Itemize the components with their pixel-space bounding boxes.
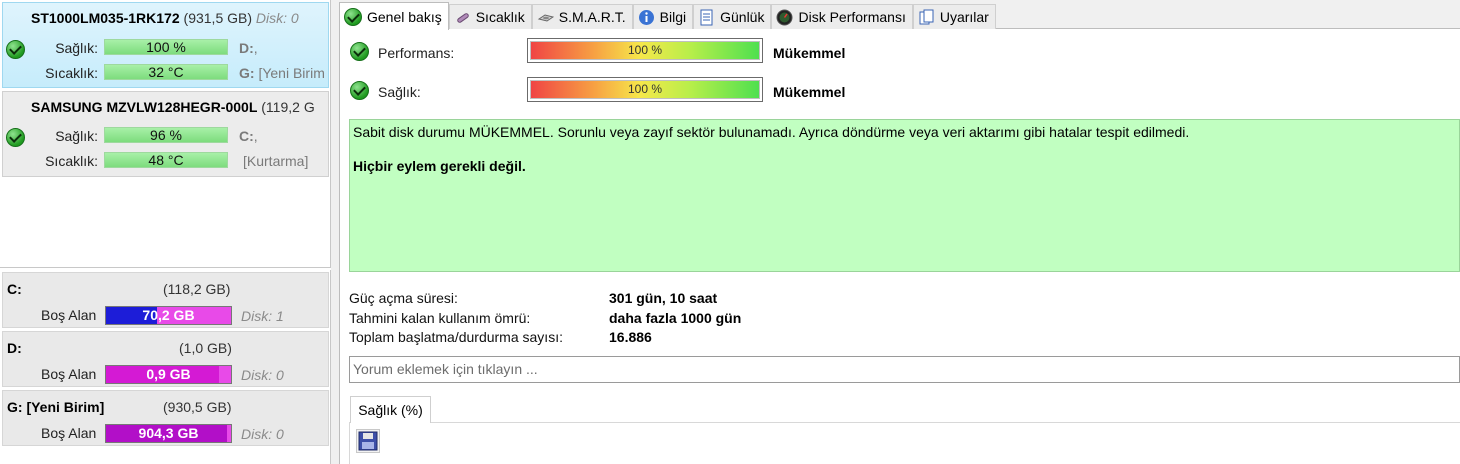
volume-size: (930,5 GB) xyxy=(163,399,232,415)
health-status: Mükemmel xyxy=(773,84,846,100)
log-icon xyxy=(700,9,713,25)
disk-label: Disk: 0 xyxy=(255,10,299,26)
volume-ref-c[interactable]: C:, xyxy=(239,128,258,144)
tab-overview[interactable]: Genel bakış xyxy=(339,2,449,30)
temperature-label: Sıcaklık: xyxy=(45,65,98,81)
disk-list: ST1000LM035-1RK172 (931,5 GB) Disk: 0 Sa… xyxy=(0,0,331,268)
free-space-bar: 70,2 GB xyxy=(105,306,232,325)
performance-bar-value: 100 % xyxy=(530,41,760,60)
disk-title: SAMSUNG MZVLW128HEGR-000L (119,2 G xyxy=(31,99,315,115)
health-label: Sağlık: xyxy=(55,128,98,144)
disk-card-0[interactable]: ST1000LM035-1RK172 (931,5 GB) Disk: 0 Sa… xyxy=(2,2,329,88)
lifetime-value: daha fazla 1000 gün xyxy=(609,310,742,326)
temperature-bar: 48 °C xyxy=(104,152,228,168)
thermometer-icon xyxy=(456,12,469,23)
info-icon xyxy=(638,9,654,25)
health-bar-value: 100 % xyxy=(530,80,760,99)
save-button[interactable] xyxy=(356,429,380,453)
disk-model: SAMSUNG MZVLW128HEGR-000L xyxy=(31,99,258,115)
tab-label: S.M.A.R.T. xyxy=(558,9,626,25)
tab-label: Genel bakış xyxy=(367,8,442,25)
tab-alerts[interactable]: Uyarılar xyxy=(912,4,996,29)
free-space-bar: 0,9 GB xyxy=(105,365,232,384)
disk-card-1[interactable]: SAMSUNG MZVLW128HEGR-000L (119,2 G Sağlı… xyxy=(2,91,329,177)
tab-disk-performance[interactable]: Disk Performansı xyxy=(771,4,913,29)
performance-ok-icon xyxy=(350,42,369,61)
lifetime-label: Tahmini kalan kullanım ömrü: xyxy=(349,310,531,326)
tab-temperature[interactable]: Sıcaklık xyxy=(448,4,532,29)
disk-size: (119,2 G xyxy=(261,99,315,115)
tab-smart[interactable]: S.M.A.R.T. xyxy=(531,4,633,29)
free-space-label: Boş Alan xyxy=(41,366,97,382)
status-action-text: Hiçbir eylem gerekli değil. xyxy=(353,158,526,174)
volume-size: (1,0 GB) xyxy=(179,340,232,356)
performance-status: Mükemmel xyxy=(773,45,846,61)
performance-label: Performans: xyxy=(378,45,455,61)
volume-ref-d[interactable]: D:, xyxy=(239,40,258,56)
disk-size: (931,5 GB) xyxy=(183,10,253,26)
free-space-value: 904,3 GB xyxy=(138,425,199,441)
volume-card-d[interactable]: D: (1,0 GB) Boş Alan 0,9 GB Disk: 0 xyxy=(2,331,329,387)
tab-label: Disk Performansı xyxy=(798,9,906,25)
status-message-text: Sabit disk durumu MÜKEMMEL. Sorunlu veya… xyxy=(353,124,1190,140)
alerts-icon xyxy=(919,9,934,24)
gauge-icon xyxy=(776,9,793,25)
disk-title: ST1000LM035-1RK172 (931,5 GB) Disk: 0 xyxy=(31,10,299,26)
tab-bar: Genel bakış Sıcaklık S.M.A.R.T. Bilgi Gü… xyxy=(339,2,996,30)
temperature-label: Sıcaklık: xyxy=(45,153,98,169)
health-label: Sağlık: xyxy=(378,84,421,100)
health-bar: 100 % xyxy=(527,77,763,102)
volume-name: C: xyxy=(7,281,22,297)
free-space-label: Boş Alan xyxy=(41,425,97,441)
disk-drive-icon xyxy=(537,13,554,22)
volume-disk: Disk: 0 xyxy=(241,367,284,383)
health-bar: 96 % xyxy=(104,127,228,143)
tab-label: Günlük xyxy=(720,9,765,25)
disk-model: ST1000LM035-1RK172 xyxy=(31,10,180,26)
volume-disk: Disk: 1 xyxy=(241,308,284,324)
tab-health-percent[interactable]: Sağlık (%) xyxy=(350,396,431,423)
volume-ref-recovery[interactable]: [Kurtarma] xyxy=(243,153,308,169)
volume-card-c[interactable]: C: (118,2 GB) Boş Alan 70,2 GB Disk: 1 xyxy=(2,272,329,328)
performance-bar: 100 % xyxy=(527,38,763,63)
left-panel: ST1000LM035-1RK172 (931,5 GB) Disk: 0 Sa… xyxy=(0,0,331,464)
health-chart-area xyxy=(349,422,1460,464)
tab-log[interactable]: Günlük xyxy=(693,4,772,29)
free-space-value: 70,2 GB xyxy=(142,307,195,323)
start-stop-value: 16.886 xyxy=(609,329,652,345)
power-on-value: 301 gün, 10 saat xyxy=(609,290,718,306)
volume-disk: Disk: 0 xyxy=(241,426,284,442)
health-bar: 100 % xyxy=(104,39,228,55)
tab-label: Sıcaklık xyxy=(475,9,525,25)
temperature-bar: 32 °C xyxy=(104,64,228,80)
free-space-value: 0,9 GB xyxy=(146,366,191,382)
tab-label: Bilgi xyxy=(659,9,687,25)
free-space-label: Boş Alan xyxy=(41,307,97,323)
volume-name: G: [Yeni Birim] xyxy=(7,399,105,415)
comment-input[interactable]: Yorum eklemek için tıklayın ... xyxy=(349,356,1460,383)
start-stop-label: Toplam başlatma/durdurma sayısı: xyxy=(349,329,563,345)
volume-list: C: (118,2 GB) Boş Alan 70,2 GB Disk: 1 D… xyxy=(0,270,331,464)
save-icon xyxy=(358,431,378,451)
volume-card-g[interactable]: G: [Yeni Birim] (930,5 GB) Boş Alan 904,… xyxy=(2,390,329,446)
volume-ref-g[interactable]: G: [Yeni Birim xyxy=(239,65,325,81)
check-icon xyxy=(344,7,362,26)
health-ok-icon xyxy=(350,81,369,100)
power-on-label: Güç açma süresi: xyxy=(349,290,458,306)
health-label: Sağlık: xyxy=(55,40,98,56)
volume-size: (118,2 GB) xyxy=(163,281,231,297)
tab-label: Uyarılar xyxy=(939,9,989,25)
free-space-bar: 904,3 GB xyxy=(105,424,232,443)
volume-name: D: xyxy=(7,340,22,356)
status-message: Sabit disk durumu MÜKEMMEL. Sorunlu veya… xyxy=(349,119,1460,272)
right-panel: Performans: 100 % Mükemmel Sağlık: 100 %… xyxy=(339,0,1460,464)
tab-info[interactable]: Bilgi xyxy=(632,4,694,29)
